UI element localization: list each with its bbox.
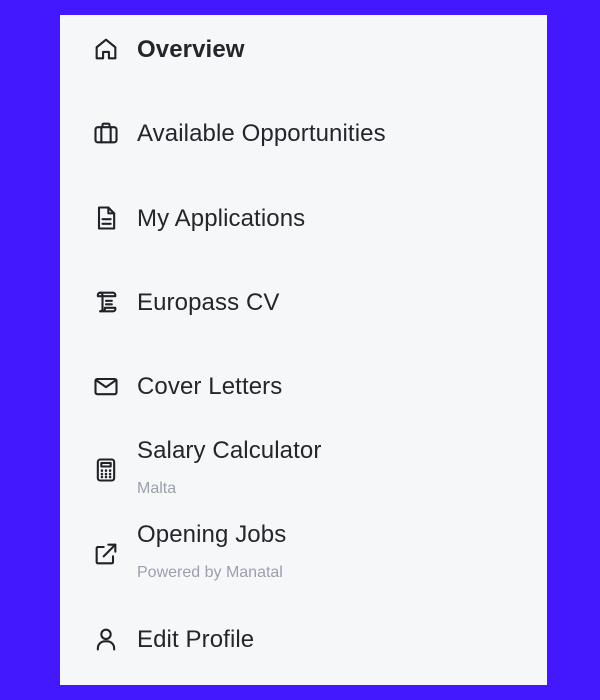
nav-label-edit-profile: Edit Profile — [137, 626, 255, 653]
nav-item-opening-jobs[interactable]: Opening Jobs Powered by Manatal — [60, 515, 547, 591]
calculator-icon — [91, 455, 121, 485]
document-icon — [91, 203, 121, 233]
nav-label-available-opportunities: Available Opportunities — [137, 120, 386, 147]
nav-label-overview: Overview — [137, 36, 245, 63]
nav-label-opening-jobs: Opening Jobs — [137, 521, 287, 548]
nav-sublabel-salary-calculator: Malta — [137, 480, 177, 497]
sidebar-nav: Overview Available Opportunities My Appl… — [60, 15, 547, 685]
nav-item-available-opportunities[interactable]: Available Opportunities — [60, 111, 547, 157]
nav-item-salary-calculator[interactable]: Salary Calculator Malta — [60, 431, 547, 507]
nav-item-cover-letters[interactable]: Cover Letters — [60, 364, 547, 410]
briefcase-icon — [91, 118, 121, 148]
nav-sublabel-opening-jobs: Powered by Manatal — [137, 564, 283, 581]
external-link-icon — [91, 539, 121, 569]
nav-label-salary-calculator: Salary Calculator — [137, 437, 322, 464]
nav-item-overview[interactable]: Overview — [60, 27, 547, 73]
envelope-icon — [91, 371, 121, 401]
nav-item-europass-cv[interactable]: Europass CV — [60, 280, 547, 326]
nav-item-my-applications[interactable]: My Applications — [60, 196, 547, 242]
nav-label-my-applications: My Applications — [137, 205, 306, 232]
user-icon — [91, 624, 121, 654]
nav-item-edit-profile[interactable]: Edit Profile — [60, 617, 547, 663]
nav-label-europass-cv: Europass CV — [137, 289, 280, 316]
scroll-icon — [91, 287, 121, 317]
nav-label-cover-letters: Cover Letters — [137, 373, 283, 400]
home-icon — [91, 34, 121, 64]
